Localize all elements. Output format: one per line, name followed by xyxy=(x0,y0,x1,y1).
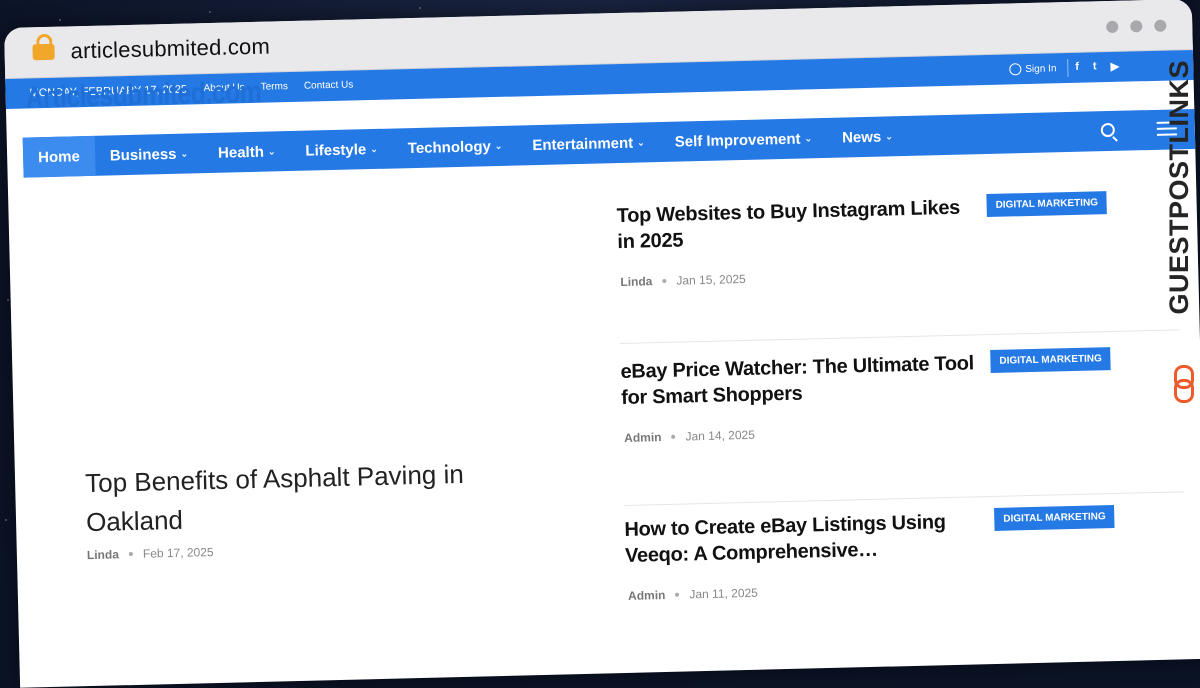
chain-link-icon xyxy=(1174,365,1194,403)
nav-item-label: Self Improvement xyxy=(674,130,801,151)
site-logo[interactable]: Articlesubmited.com xyxy=(25,76,261,116)
user-icon xyxy=(1009,63,1022,76)
chevron-down-icon: ⌄ xyxy=(267,145,276,157)
list-item[interactable]: Top Websites to Buy Instagram Likes in 2… xyxy=(616,189,1179,343)
post-date: Jan 14, 2025 xyxy=(685,427,756,444)
post-title[interactable]: eBay Price Watcher: The Ultimate Tool fo… xyxy=(620,350,981,411)
meta-separator xyxy=(128,552,133,557)
nav-item-self-improvement[interactable]: Self Improvement ⌄ xyxy=(659,118,827,162)
post-meta: Admin Jan 14, 2025 xyxy=(624,428,755,445)
topbar-divider xyxy=(1067,59,1069,78)
nav-item-label: News xyxy=(841,128,882,147)
facebook-icon[interactable]: f xyxy=(1075,61,1079,74)
chevron-down-icon: ⌄ xyxy=(885,130,893,141)
top-link-terms[interactable]: Terms xyxy=(261,81,288,93)
chevron-down-icon: ⌄ xyxy=(494,140,503,151)
watermark-text: GUESTPOSTLINKS xyxy=(1164,60,1194,315)
nav-item-business[interactable]: Business ⌄ xyxy=(94,133,203,176)
watermark: GUESTPOSTLINKS xyxy=(1164,60,1198,403)
meta-separator xyxy=(662,278,667,283)
social-links: f t ▶ xyxy=(1075,60,1119,74)
post-author[interactable]: Admin xyxy=(628,588,666,603)
nav-item-label: Health xyxy=(217,143,265,162)
post-date: Jan 15, 2025 xyxy=(676,271,746,288)
window-dot-icon[interactable] xyxy=(1154,19,1167,32)
nav-item-label: Technology xyxy=(407,137,492,157)
address-bar-url[interactable]: articlesubmited.com xyxy=(70,34,270,65)
meta-separator xyxy=(671,434,676,439)
category-badge[interactable]: DIGITAL MARKETING xyxy=(986,191,1108,218)
post-author[interactable]: Admin xyxy=(624,430,662,445)
search-icon[interactable] xyxy=(1100,122,1115,138)
post-meta: Linda Jan 15, 2025 xyxy=(620,272,746,289)
nav-item-label: Entertainment xyxy=(532,134,634,154)
category-badge[interactable]: DIGITAL MARKETING xyxy=(994,505,1115,531)
nav-item-news[interactable]: News ⌄ xyxy=(827,116,909,158)
youtube-icon[interactable]: ▶ xyxy=(1110,60,1119,73)
main-nav: Home Business ⌄ Health ⌄ Lifestyle ⌄ Tec… xyxy=(22,108,1196,178)
sign-in-label: Sign In xyxy=(1025,62,1057,75)
featured-post-meta: Linda Feb 17, 2025 xyxy=(87,545,214,562)
post-meta: Admin Jan 11, 2025 xyxy=(628,586,758,603)
window-dot-icon[interactable] xyxy=(1130,20,1143,33)
window-dot-icon[interactable] xyxy=(1106,20,1119,34)
featured-post-title[interactable]: Top Benefits of Asphalt Paving in Oaklan… xyxy=(85,453,527,542)
nav-item-home[interactable]: Home xyxy=(22,135,96,178)
post-author[interactable]: Linda xyxy=(87,547,119,562)
nav-item-technology[interactable]: Technology ⌄ xyxy=(392,125,518,168)
chevron-down-icon: ⌄ xyxy=(370,143,378,154)
nav-item-entertainment[interactable]: Entertainment ⌄ xyxy=(517,122,660,165)
post-date: Feb 17, 2025 xyxy=(142,545,214,561)
list-item[interactable]: eBay Price Watcher: The Ultimate Tool fo… xyxy=(620,345,1183,499)
lock-icon xyxy=(32,43,55,61)
nav-item-health[interactable]: Health ⌄ xyxy=(203,131,291,173)
post-title[interactable]: How to Create eBay Listings Using Veeqo:… xyxy=(624,508,985,569)
featured-post[interactable]: Top Benefits of Asphalt Paving in Oaklan… xyxy=(27,173,610,658)
top-link-contact[interactable]: Contact Us xyxy=(304,79,354,91)
nav-item-label: Lifestyle xyxy=(305,140,367,160)
twitter-icon[interactable]: t xyxy=(1093,60,1097,73)
nav-item-lifestyle[interactable]: Lifestyle ⌄ xyxy=(290,129,393,171)
category-badge[interactable]: DIGITAL MARKETING xyxy=(990,347,1112,373)
chevron-down-icon: ⌄ xyxy=(637,136,645,148)
sign-in-link[interactable]: Sign In xyxy=(1009,62,1057,76)
meta-separator xyxy=(675,592,680,597)
chevron-down-icon: ⌄ xyxy=(180,148,189,159)
post-title[interactable]: Top Websites to Buy Instagram Likes in 2… xyxy=(616,194,977,255)
chevron-down-icon: ⌄ xyxy=(804,132,813,143)
list-item[interactable]: How to Create eBay Listings Using Veeqo:… xyxy=(624,503,1187,657)
browser-window: articlesubmited.com MONDAY, FEBRUARY 17,… xyxy=(4,0,1200,688)
nav-item-label: Business xyxy=(109,145,177,164)
window-controls xyxy=(1106,19,1167,34)
post-date: Jan 11, 2025 xyxy=(689,585,759,602)
post-author[interactable]: Linda xyxy=(620,274,652,289)
nav-item-label: Home xyxy=(37,147,81,166)
